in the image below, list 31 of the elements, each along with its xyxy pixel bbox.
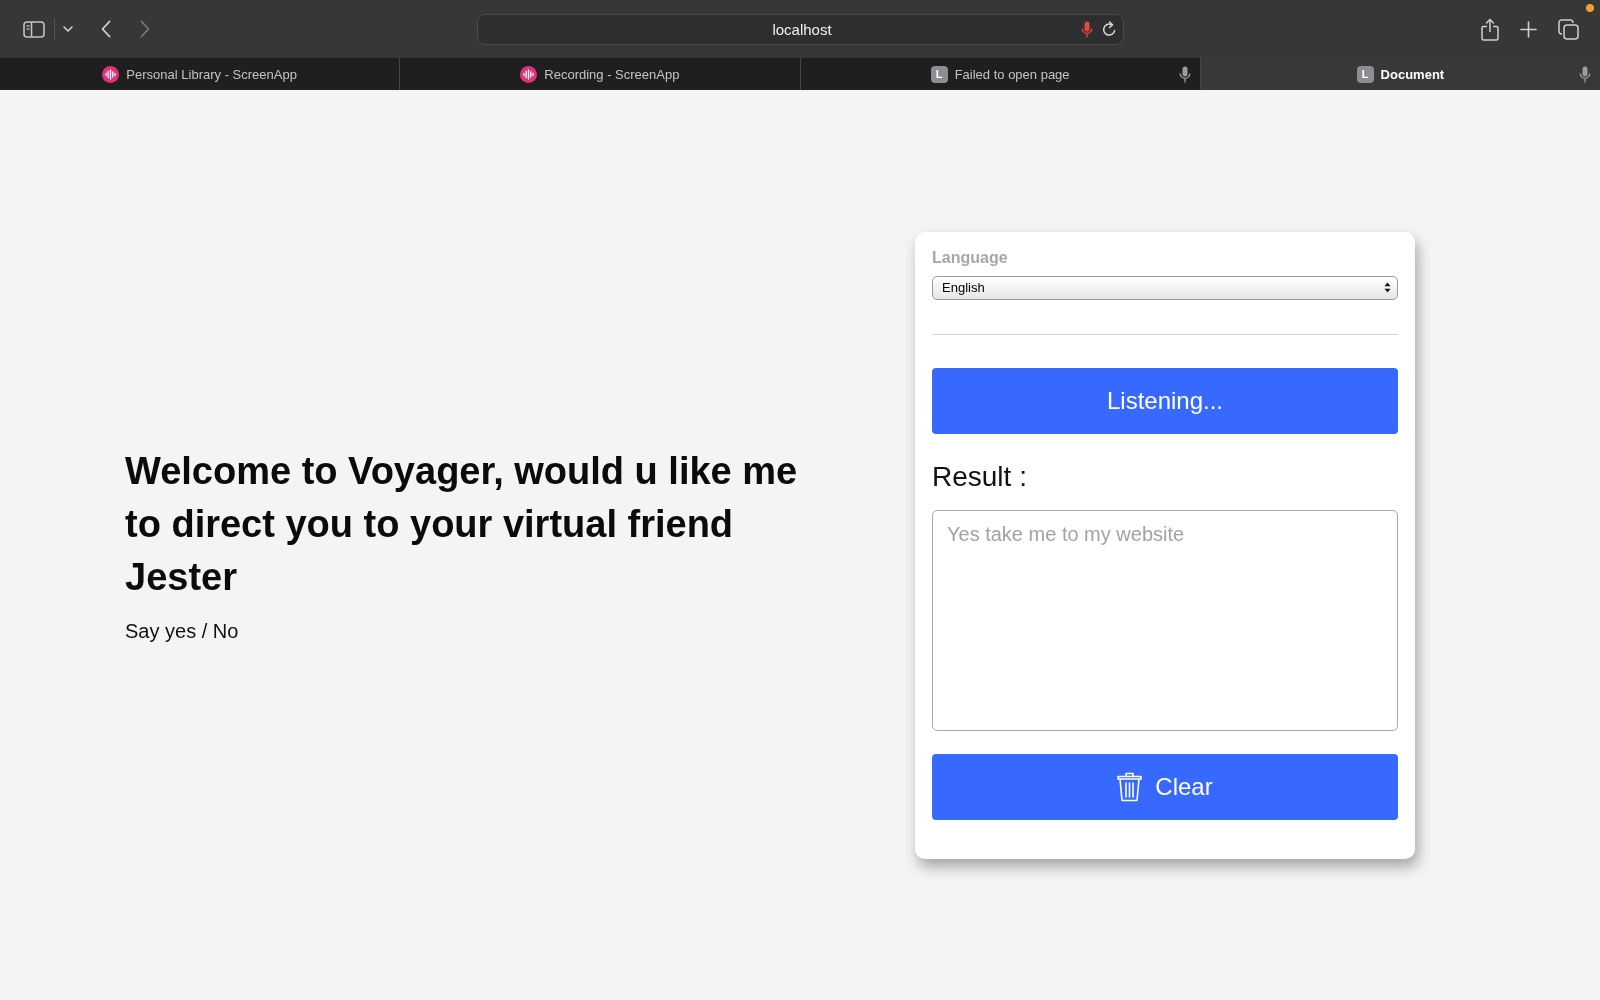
reload-icon[interactable] [1101,21,1117,37]
tab-title: Recording - ScreenApp [544,66,680,82]
tab-title: Personal Library - ScreenApp [126,66,297,82]
share-icon[interactable] [1481,17,1499,41]
plus-icon[interactable] [1520,20,1537,38]
chevron-left-icon[interactable] [101,20,111,38]
result-label: Result : [932,459,1027,494]
microphone-icon[interactable] [1080,20,1093,38]
stacked-squares-icon[interactable] [1558,18,1579,40]
address-bar[interactable]: localhost [476,13,1124,45]
prompt-text: Say yes / No [125,619,239,644]
waveform-icon [520,65,538,83]
waveform-icon [102,65,120,83]
welcome-heading: Welcome to Voyager, would u like me to direct you to your virtual friend Jester [125,449,799,600]
status-dot-icon [1586,4,1594,12]
browser-tab[interactable]: L Document [1199,58,1600,90]
letter-tile: L [930,65,948,83]
updown-arrows-icon [1384,282,1391,293]
microphone-icon[interactable] [1178,65,1191,83]
listening-button[interactable]: Listening... [932,367,1398,434]
letter-tile: L [1356,65,1374,83]
language-select[interactable]: English [932,275,1398,300]
result-textarea[interactable]: Yes take me to my website [932,509,1398,731]
microphone-icon[interactable] [1579,65,1591,83]
tab-title: Failed to open page [954,66,1070,82]
trash-icon [1117,771,1143,802]
chevron-down-icon[interactable] [63,26,73,32]
language-label: Language [932,247,1008,268]
sidebar-icon[interactable] [23,20,45,38]
tab-title: Document [1380,66,1445,82]
clear-button[interactable]: Clear [932,753,1398,820]
